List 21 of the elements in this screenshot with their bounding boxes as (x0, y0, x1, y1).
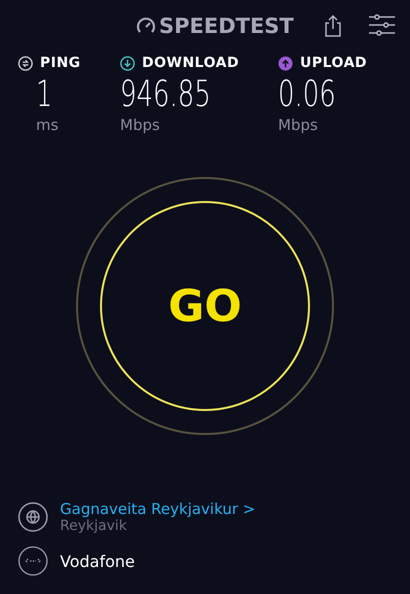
app-logo: SPEEDTEST (159, 14, 294, 38)
download-icon (120, 56, 135, 70)
metric-value: 0.06 (278, 74, 336, 116)
share-icon[interactable] (324, 14, 342, 38)
unit-label: Mbps (120, 116, 160, 134)
metric-value: 1 (36, 74, 52, 116)
settings-icon[interactable] (369, 14, 395, 36)
server-location: Reykjavik (60, 518, 128, 534)
connection-icon (18, 546, 48, 576)
metric-label: UPLOAD (300, 55, 368, 71)
go-button[interactable]: GO (100, 201, 310, 411)
metric-value: 946.85 (120, 74, 211, 116)
metric-label: PING (40, 55, 81, 71)
metric-label: DOWNLOAD (142, 55, 240, 71)
unit-label: ms (36, 116, 58, 134)
ping-icon (18, 56, 33, 70)
server-link[interactable]: Gagnaveita Reykjavikur > (60, 500, 256, 518)
upload-icon (278, 56, 293, 70)
unit-label: Mbps (278, 116, 318, 134)
globe-icon (18, 502, 48, 532)
provider-name: Vodafone (60, 552, 135, 570)
